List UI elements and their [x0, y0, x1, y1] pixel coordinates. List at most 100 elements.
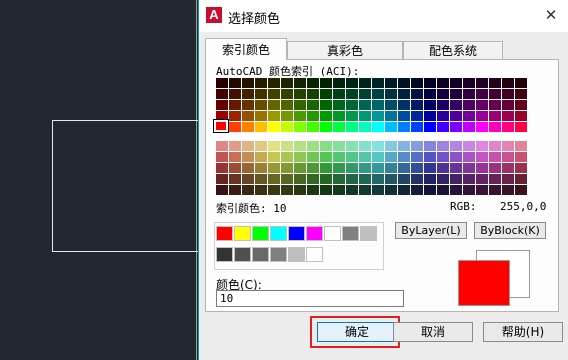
aci-color-cell[interactable]: [372, 89, 384, 99]
aci-color-cell[interactable]: [255, 89, 267, 99]
aci-color-cell[interactable]: [424, 185, 436, 195]
aci-color-cell[interactable]: [255, 100, 267, 110]
aci-color-cell[interactable]: [372, 141, 384, 151]
aci-color-cell[interactable]: [307, 152, 319, 162]
aci-color-cell[interactable]: [476, 100, 488, 110]
aci-color-cell[interactable]: [229, 122, 241, 132]
aci-color-cell[interactable]: [229, 163, 241, 173]
aci-color-cell[interactable]: [216, 89, 228, 99]
aci-color-cell[interactable]: [437, 111, 449, 121]
aci-color-cell[interactable]: [281, 122, 293, 132]
aci-color-cell[interactable]: [372, 111, 384, 121]
aci-color-cell[interactable]: [333, 141, 345, 151]
selected-color-marker[interactable]: [213, 119, 229, 133]
standard-color-swatch[interactable]: [252, 226, 269, 241]
aci-color-cell[interactable]: [359, 111, 371, 121]
aci-color-cell[interactable]: [294, 78, 306, 88]
standard-color-swatch[interactable]: [288, 226, 305, 241]
aci-color-cell[interactable]: [411, 141, 423, 151]
aci-color-cell[interactable]: [515, 111, 527, 121]
aci-color-cell[interactable]: [450, 174, 462, 184]
standard-color-swatch[interactable]: [324, 226, 341, 241]
aci-color-cell[interactable]: [268, 152, 280, 162]
aci-color-cell[interactable]: [411, 174, 423, 184]
aci-color-cell[interactable]: [359, 78, 371, 88]
aci-color-cell[interactable]: [294, 100, 306, 110]
aci-color-cell[interactable]: [294, 174, 306, 184]
close-icon[interactable]: ✕: [538, 3, 564, 27]
aci-color-cell[interactable]: [281, 174, 293, 184]
aci-color-cell[interactable]: [346, 163, 358, 173]
standard-color-swatch[interactable]: [216, 226, 233, 241]
aci-color-cell[interactable]: [229, 78, 241, 88]
aci-color-cell[interactable]: [411, 111, 423, 121]
aci-color-cell[interactable]: [385, 152, 397, 162]
aci-color-cell[interactable]: [476, 111, 488, 121]
aci-color-cell[interactable]: [242, 141, 254, 151]
aci-color-cell[interactable]: [398, 78, 410, 88]
aci-color-cell[interactable]: [476, 122, 488, 132]
aci-color-cell[interactable]: [398, 100, 410, 110]
aci-color-cell[interactable]: [320, 78, 332, 88]
aci-color-cell[interactable]: [411, 122, 423, 132]
aci-color-cell[interactable]: [320, 163, 332, 173]
aci-color-cell[interactable]: [346, 141, 358, 151]
aci-color-cell[interactable]: [255, 141, 267, 151]
aci-color-cell[interactable]: [424, 89, 436, 99]
aci-color-cell[interactable]: [216, 78, 228, 88]
aci-color-cell[interactable]: [450, 111, 462, 121]
aci-color-cell[interactable]: [320, 185, 332, 195]
aci-color-cell[interactable]: [333, 100, 345, 110]
aci-color-cell[interactable]: [320, 100, 332, 110]
aci-color-cell[interactable]: [424, 141, 436, 151]
aci-color-cell[interactable]: [359, 163, 371, 173]
aci-color-cell[interactable]: [216, 163, 228, 173]
aci-color-cell[interactable]: [450, 89, 462, 99]
aci-color-cell[interactable]: [476, 89, 488, 99]
aci-color-cell[interactable]: [281, 152, 293, 162]
aci-color-cell[interactable]: [489, 111, 501, 121]
aci-color-cell[interactable]: [372, 152, 384, 162]
aci-color-cell[interactable]: [359, 174, 371, 184]
aci-color-cell[interactable]: [489, 141, 501, 151]
aci-color-cell[interactable]: [333, 174, 345, 184]
aci-color-cell[interactable]: [307, 122, 319, 132]
aci-color-cell[interactable]: [502, 141, 514, 151]
aci-color-cell[interactable]: [463, 89, 475, 99]
standard-color-swatch[interactable]: [234, 247, 251, 262]
aci-color-cell[interactable]: [502, 163, 514, 173]
help-button[interactable]: 帮助(H): [483, 322, 563, 342]
aci-color-cell[interactable]: [268, 78, 280, 88]
aci-color-cell[interactable]: [385, 122, 397, 132]
aci-color-cell[interactable]: [489, 163, 501, 173]
aci-color-cell[interactable]: [307, 185, 319, 195]
aci-color-cell[interactable]: [294, 111, 306, 121]
aci-color-cell[interactable]: [346, 78, 358, 88]
aci-color-cell[interactable]: [320, 122, 332, 132]
aci-palette-bottom[interactable]: [216, 141, 527, 195]
standard-color-swatch[interactable]: [360, 226, 377, 241]
aci-color-cell[interactable]: [372, 100, 384, 110]
standard-colors-row[interactable]: [216, 226, 377, 241]
aci-color-cell[interactable]: [411, 89, 423, 99]
aci-color-cell[interactable]: [268, 174, 280, 184]
aci-color-cell[interactable]: [437, 185, 449, 195]
aci-color-cell[interactable]: [268, 163, 280, 173]
aci-color-cell[interactable]: [281, 163, 293, 173]
standard-color-swatch[interactable]: [288, 247, 305, 262]
aci-color-cell[interactable]: [359, 122, 371, 132]
aci-color-cell[interactable]: [385, 185, 397, 195]
aci-color-cell[interactable]: [294, 122, 306, 132]
aci-color-cell[interactable]: [450, 122, 462, 132]
aci-color-cell[interactable]: [463, 100, 475, 110]
aci-color-cell[interactable]: [398, 141, 410, 151]
aci-color-cell[interactable]: [372, 78, 384, 88]
aci-color-cell[interactable]: [502, 89, 514, 99]
aci-color-cell[interactable]: [307, 174, 319, 184]
aci-color-cell[interactable]: [229, 111, 241, 121]
aci-color-cell[interactable]: [489, 100, 501, 110]
aci-color-cell[interactable]: [437, 100, 449, 110]
aci-color-cell[interactable]: [476, 78, 488, 88]
aci-color-cell[interactable]: [346, 122, 358, 132]
aci-color-cell[interactable]: [398, 111, 410, 121]
